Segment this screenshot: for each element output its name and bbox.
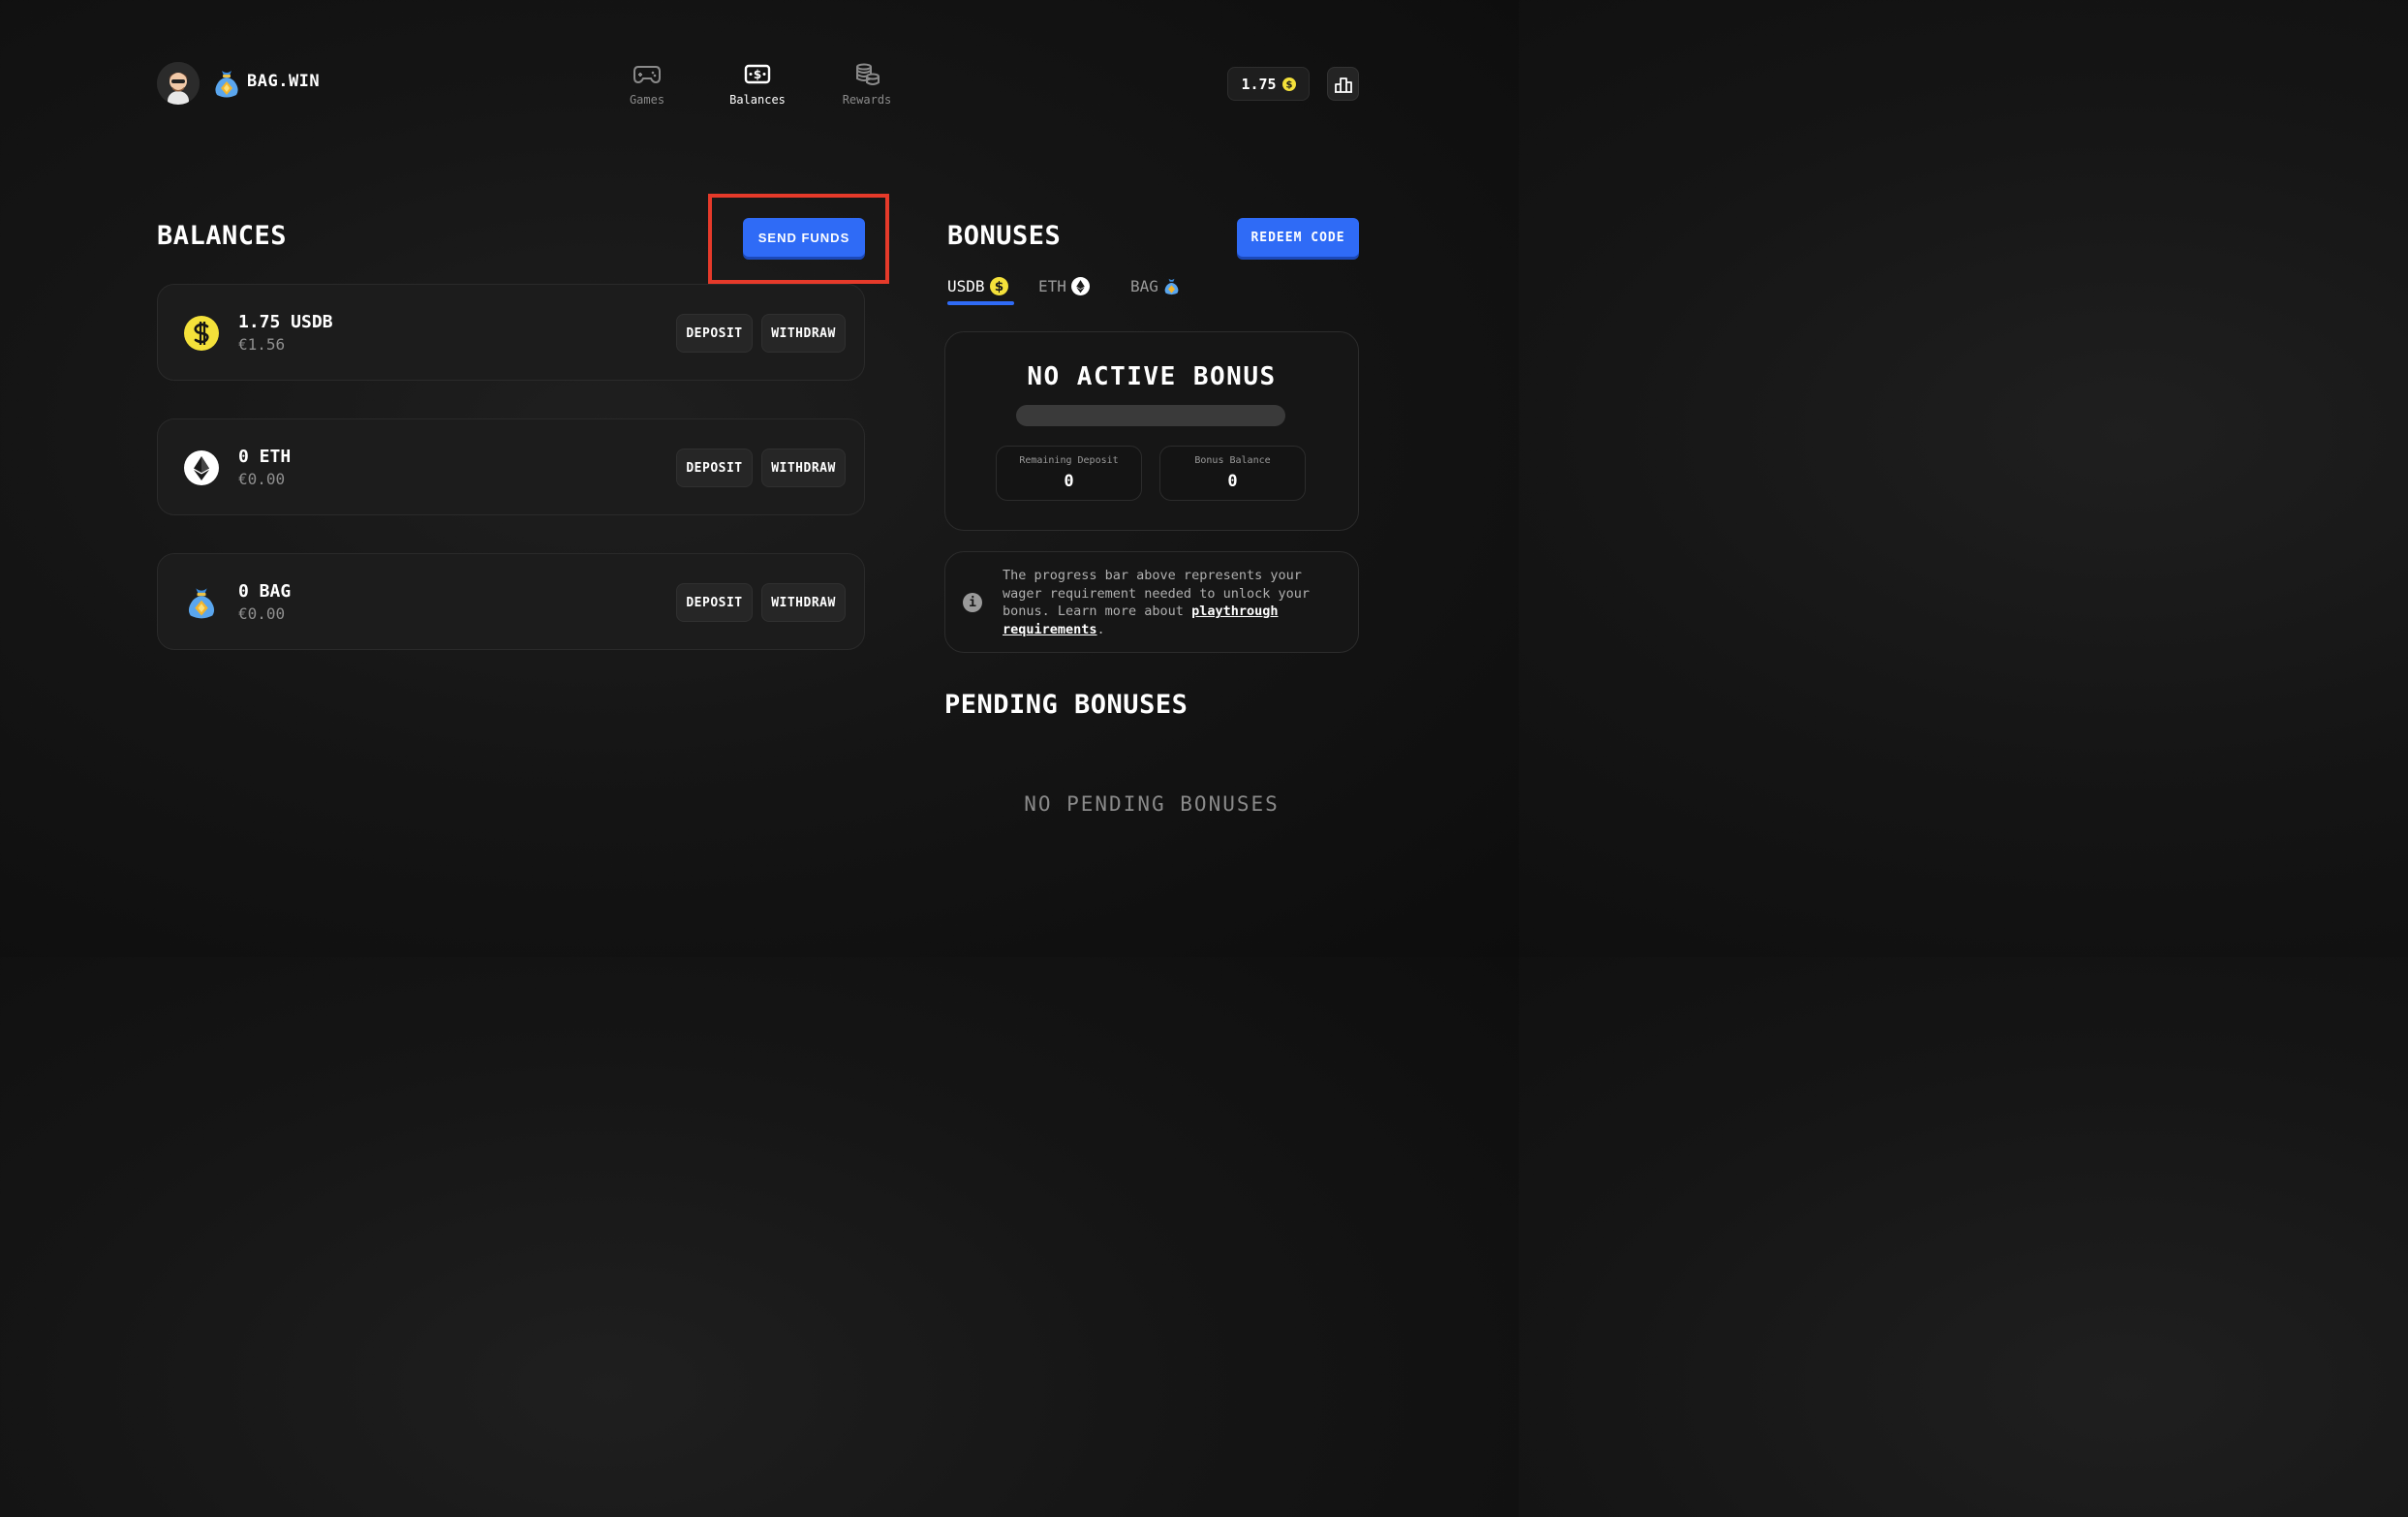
gamepad-icon: [633, 66, 661, 84]
deposit-button[interactable]: DEPOSIT: [676, 449, 753, 487]
bag-coin-icon: [188, 588, 215, 619]
user-avatar[interactable]: [157, 62, 200, 105]
tab-usdb[interactable]: USDB $: [947, 277, 1008, 295]
tab-bag-label: BAG: [1130, 277, 1158, 295]
pending-bonuses-title: PENDING BONUSES: [944, 690, 1189, 720]
bonus-balance-box: Bonus Balance 0: [1159, 446, 1306, 501]
tab-eth[interactable]: ETH: [1038, 277, 1090, 295]
remaining-deposit-label: Remaining Deposit: [1019, 455, 1119, 466]
nav-balances-label: Balances: [729, 93, 786, 107]
tab-usdb-label: USDB: [947, 277, 985, 295]
withdraw-button[interactable]: WITHDRAW: [761, 449, 846, 487]
info-text-end: .: [1096, 621, 1105, 637]
bonus-progress-bar: [1016, 405, 1285, 426]
usdb-coin-icon: $: [1281, 77, 1296, 91]
balance-card-eth: 0 ETH €0.00 DEPOSIT WITHDRAW: [157, 418, 865, 515]
deposit-button[interactable]: DEPOSIT: [676, 583, 753, 622]
balances-title: BALANCES: [157, 221, 288, 251]
cash-icon: $: [744, 64, 771, 84]
bonus-balance-label: Bonus Balance: [1194, 455, 1271, 466]
nav-games[interactable]: Games: [599, 62, 695, 107]
balance-fiat: €1.56: [238, 335, 286, 354]
eth-coin-icon: [1070, 277, 1090, 295]
active-tab-indicator: [947, 301, 1014, 305]
usdb-coin-icon: $: [989, 277, 1008, 295]
remaining-deposit-value: 0: [1064, 472, 1074, 491]
info-text: The progress bar above represents your w…: [1003, 567, 1337, 638]
highlight-annotation: [708, 194, 889, 284]
bag-coin-icon: [1164, 278, 1179, 295]
svg-text:$: $: [994, 279, 1003, 294]
nav-rewards-label: Rewards: [842, 93, 892, 107]
deposit-button[interactable]: DEPOSIT: [676, 314, 753, 353]
tab-eth-label: ETH: [1038, 277, 1066, 295]
bonuses-title: BONUSES: [947, 221, 1062, 251]
redeem-code-button[interactable]: REDEEM CODE: [1237, 218, 1359, 257]
balance-fiat: €0.00: [238, 470, 286, 488]
brand-name[interactable]: BAG.WIN: [247, 72, 320, 91]
balance-fiat: €0.00: [238, 604, 286, 623]
withdraw-button[interactable]: WITHDRAW: [761, 314, 846, 353]
leaderboard-icon: [1334, 77, 1352, 93]
svg-text:$: $: [1285, 79, 1292, 90]
bag-logo-icon: [213, 68, 240, 99]
balance-amount: 0 BAG: [238, 581, 292, 602]
bonus-balance-value: 0: [1227, 472, 1238, 491]
usdb-coin-icon: [184, 316, 219, 351]
balance-card-bag: 0 BAG €0.00 DEPOSIT WITHDRAW: [157, 553, 865, 650]
active-bonus-panel: [944, 331, 1359, 531]
remaining-deposit-box: Remaining Deposit 0: [996, 446, 1142, 501]
nav-rewards[interactable]: Rewards: [818, 62, 915, 107]
eth-coin-icon: [184, 450, 219, 485]
leaderboard-button[interactable]: [1327, 67, 1359, 101]
nav-balances[interactable]: $ Balances: [709, 62, 806, 107]
balance-amount: 0 ETH: [238, 447, 292, 467]
no-active-bonus-title: NO ACTIVE BONUS: [1027, 362, 1277, 391]
coins-stack-icon: [856, 63, 880, 85]
header-balance[interactable]: 1.75 $: [1227, 67, 1310, 101]
info-icon: i: [963, 593, 982, 612]
header-balance-value: 1.75: [1241, 75, 1277, 93]
tab-bag[interactable]: BAG: [1130, 277, 1180, 295]
balance-amount: 1.75 USDB: [238, 312, 333, 332]
balance-card-usdb: 1.75 USDB €1.56 DEPOSIT WITHDRAW: [157, 284, 865, 381]
withdraw-button[interactable]: WITHDRAW: [761, 583, 846, 622]
no-pending-bonuses-text: NO PENDING BONUSES: [1024, 792, 1280, 816]
nav-games-label: Games: [629, 93, 665, 107]
svg-text:$: $: [754, 68, 761, 81]
